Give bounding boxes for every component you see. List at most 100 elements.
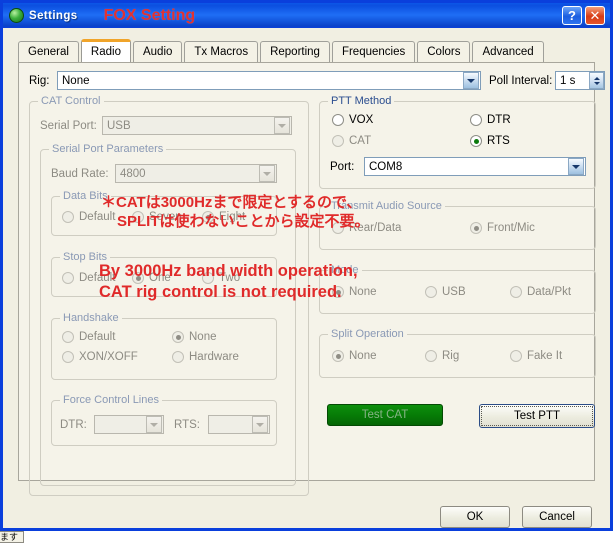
port-value: COM8 <box>369 160 403 173</box>
settings-window: Settings FOX Setting ? ✕ General Radio A… <box>0 0 613 531</box>
ptt-method-group: PTT Method VOX CAT DTR RTS Port: COM8 <box>319 95 596 189</box>
poll-interval-label: Poll Interval: <box>489 75 553 87</box>
tab-strip: General Radio Audio Tx Macros Reporting … <box>18 39 546 62</box>
handshake-radio-xonxoff[interactable]: XON/XOFF <box>62 351 138 363</box>
test-ptt-button[interactable]: Test PTT <box>479 404 595 428</box>
serial-port-parameters-title: Serial Port Parameters <box>49 143 167 155</box>
annotation-japanese-line1: ＊CATは3000Hzまで限定とするので、 <box>101 194 362 211</box>
annotation-english-line1: By 3000Hz band width operation, <box>99 262 358 280</box>
port-label: Port: <box>330 161 355 173</box>
ok-button[interactable]: OK <box>440 506 510 528</box>
spinner-arrows-icon[interactable] <box>589 72 604 89</box>
globe-icon <box>9 8 24 23</box>
ptt-cat-label: CAT <box>349 135 372 147</box>
radio-selected-icon <box>332 350 344 362</box>
port-select[interactable]: COM8 <box>364 157 586 176</box>
split-radio-none[interactable]: None <box>332 350 377 362</box>
force-control-lines-title: Force Control Lines <box>60 394 162 406</box>
dtr-label: DTR: <box>60 419 87 431</box>
test-cat-label: Test CAT <box>361 409 409 421</box>
audio-source-front-mic-label: Front/Mic <box>487 222 535 234</box>
chevron-down-icon[interactable] <box>146 416 162 433</box>
ptt-radio-vox[interactable]: VOX <box>332 114 373 126</box>
tab-tx-macros[interactable]: Tx Macros <box>184 41 259 62</box>
chevron-down-icon[interactable] <box>463 72 479 89</box>
chevron-down-icon[interactable] <box>568 158 584 175</box>
chevron-down-icon[interactable] <box>252 416 268 433</box>
tab-general[interactable]: General <box>18 41 79 62</box>
rig-label: Rig: <box>29 75 50 87</box>
dtr-select[interactable] <box>94 415 164 434</box>
radio-icon <box>62 272 74 284</box>
mode-radio-usb[interactable]: USB <box>425 286 466 298</box>
window-title-annotation: FOX Setting <box>103 6 196 24</box>
handshake-hardware-label: Hardware <box>189 351 239 363</box>
radio-selected-icon <box>470 222 482 234</box>
chevron-down-icon[interactable] <box>274 117 290 134</box>
annotation-english: By 3000Hz band width operation, CAT rig … <box>99 261 358 303</box>
radio-icon <box>62 331 74 343</box>
cancel-button[interactable]: Cancel <box>522 506 592 528</box>
audio-source-radio-front-mic[interactable]: Front/Mic <box>470 222 535 234</box>
split-fake-it-label: Fake It <box>527 350 563 362</box>
taskbar-fragment[interactable]: ます <box>0 531 24 543</box>
ptt-radio-cat[interactable]: CAT <box>332 135 371 147</box>
tab-general-label: General <box>28 46 69 58</box>
focus-outline <box>481 406 593 426</box>
annotation-english-line2: CAT rig control is not required. <box>99 283 342 301</box>
split-radio-fake-it[interactable]: Fake It <box>510 350 562 362</box>
baud-rate-label: Baud Rate: <box>51 168 109 180</box>
split-operation-title: Split Operation <box>328 328 407 340</box>
annotation-japanese-line2: SPLITは使わないことから設定不要。 <box>117 213 370 230</box>
radio-icon <box>425 350 437 362</box>
tab-audio-label: Audio <box>142 46 173 58</box>
mode-group: Mode None USB Data/Pkt <box>319 264 596 314</box>
rig-select[interactable]: None <box>57 71 481 90</box>
tab-colors-label: Colors <box>427 46 461 58</box>
help-icon[interactable]: ? <box>562 6 582 25</box>
radio-icon <box>62 351 74 363</box>
split-radio-rig[interactable]: Rig <box>425 350 459 362</box>
handshake-title: Handshake <box>60 312 122 324</box>
handshake-xonxoff-label: XON/XOFF <box>79 351 138 363</box>
ptt-vox-label: VOX <box>349 114 374 126</box>
baud-rate-select[interactable]: 4800 <box>115 164 277 183</box>
serial-port-label: Serial Port: <box>40 120 97 132</box>
handshake-radio-hardware[interactable]: Hardware <box>172 351 239 363</box>
ptt-radio-rts[interactable]: RTS <box>470 135 510 147</box>
mode-data-pkt-label: Data/Pkt <box>527 286 572 298</box>
ptt-radio-dtr[interactable]: DTR <box>470 114 511 126</box>
tab-audio[interactable]: Audio <box>132 41 183 62</box>
tab-reporting[interactable]: Reporting <box>260 41 330 62</box>
radio-selected-icon <box>172 331 184 343</box>
radio-icon <box>425 286 437 298</box>
tab-advanced[interactable]: Advanced <box>472 41 544 62</box>
tab-advanced-label: Advanced <box>482 46 534 58</box>
handshake-radio-none[interactable]: None <box>172 331 217 343</box>
ok-label: OK <box>466 511 484 523</box>
tab-frequencies[interactable]: Frequencies <box>331 41 416 62</box>
tab-reporting-label: Reporting <box>270 46 320 58</box>
tab-colors[interactable]: Colors <box>417 41 471 62</box>
poll-interval-stepper[interactable]: 1 s <box>555 71 605 90</box>
mode-radio-data-pkt[interactable]: Data/Pkt <box>510 286 571 298</box>
close-icon[interactable]: ✕ <box>585 6 605 25</box>
baud-rate-value: 4800 <box>120 167 146 180</box>
force-control-lines-group: Force Control Lines DTR: RTS: <box>51 394 277 446</box>
poll-interval-value: 1 s <box>560 74 576 87</box>
title-bar: Settings FOX Setting ? ✕ <box>3 3 610 28</box>
annotation-japanese: ＊CATは3000Hzまで限定とするので、 SPLITは使わないことから設定不要… <box>101 193 370 231</box>
mode-usb-label: USB <box>442 286 466 298</box>
split-none-label: None <box>349 350 377 362</box>
ptt-method-title: PTT Method <box>328 95 395 107</box>
radio-icon <box>332 114 344 126</box>
rts-select[interactable] <box>208 415 270 434</box>
chevron-down-icon[interactable] <box>259 165 275 182</box>
title-bar-buttons: ? ✕ <box>562 6 610 25</box>
serial-port-select[interactable]: USB <box>102 116 292 135</box>
test-cat-button[interactable]: Test CAT <box>327 404 443 426</box>
handshake-radio-default[interactable]: Default <box>62 331 115 343</box>
radio-icon <box>510 350 522 362</box>
serial-port-value: USB <box>107 119 131 132</box>
tab-radio[interactable]: Radio <box>80 39 131 62</box>
